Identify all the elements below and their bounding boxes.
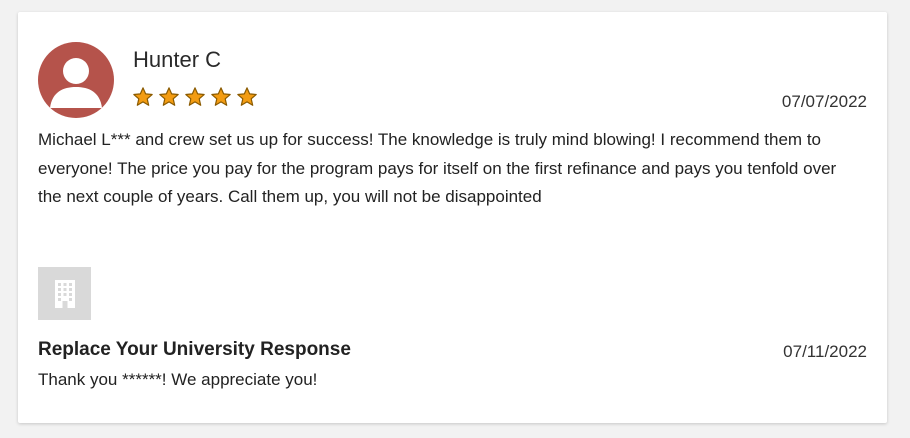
response-title: Replace Your University Response (38, 339, 351, 360)
star-icon (211, 87, 231, 106)
review-text: Michael L*** and crew set us up for succ… (38, 130, 837, 206)
star-icon (133, 87, 153, 106)
response-date: 07/11/2022 (783, 342, 867, 361)
star-icon (237, 87, 257, 106)
star-icon (185, 87, 205, 106)
star-rating (132, 86, 258, 108)
review-card: Hunter C 07/07/2022 Michael L*** and cre… (18, 12, 887, 423)
building-icon (38, 267, 91, 320)
review-date: 07/07/2022 (781, 92, 867, 111)
star-icon (159, 87, 179, 106)
user-avatar-icon (38, 42, 114, 118)
reviewer-name: Hunter C (133, 47, 222, 72)
response-text: Thank you ******! We appreciate you! (38, 370, 318, 389)
